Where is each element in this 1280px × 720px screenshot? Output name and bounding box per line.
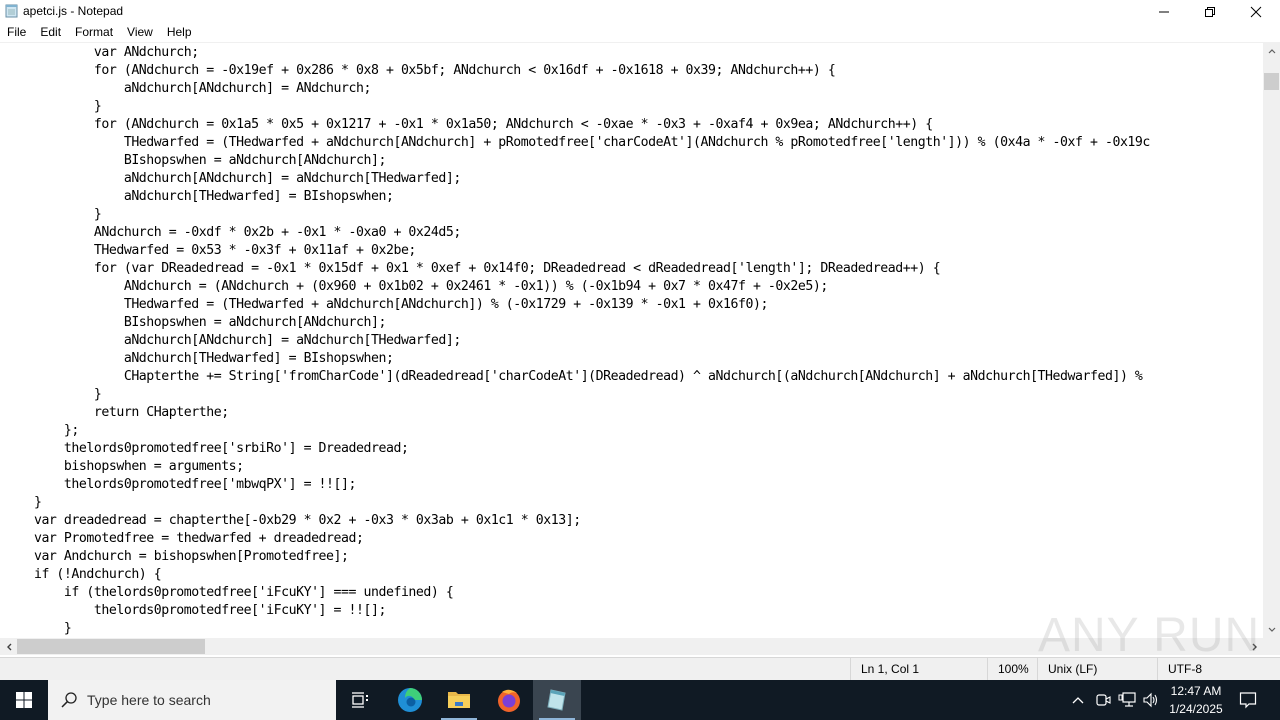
search-placeholder: Type here to search xyxy=(87,692,211,708)
clock-time: 12:47 AM xyxy=(1164,682,1228,700)
chevron-left-icon xyxy=(6,643,12,651)
vertical-scroll-thumb[interactable] xyxy=(1264,73,1279,90)
notepad-taskbar-button[interactable] xyxy=(533,680,581,720)
taskbar-clock[interactable]: 12:47 AM 1/24/2025 xyxy=(1164,682,1228,718)
code-line: BIshopswhen = aNdchurch[ANdchurch]; xyxy=(4,314,1150,332)
code-line: CHapterthe += String['fromCharCode'](dRe… xyxy=(4,368,1150,386)
action-center-button[interactable] xyxy=(1230,680,1266,720)
tray-meet-now[interactable] xyxy=(1093,680,1113,720)
code-line: THedwarfed = (THedwarfed + aNdchurch[ANd… xyxy=(4,134,1150,152)
code-line: aNdchurch[ANdchurch] = aNdchurch[THedwar… xyxy=(4,170,1150,188)
menu-file[interactable]: File xyxy=(0,23,33,42)
code-line: } xyxy=(4,620,1150,638)
code-line: THedwarfed = 0x53 * -0x3f + 0x11af + 0x2… xyxy=(4,242,1150,260)
taskbar: Type here to search xyxy=(0,680,1280,720)
close-icon xyxy=(1250,6,1262,18)
code-line: ANdchurch = -0xdf * 0x2b + -0x1 * -0xa0 … xyxy=(4,224,1150,242)
code-line: for (ANdchurch = 0x1a5 * 0x5 + 0x1217 + … xyxy=(4,116,1150,134)
code-line: return CHapterthe; xyxy=(4,404,1150,422)
minimize-icon xyxy=(1158,6,1170,18)
vertical-scrollbar[interactable] xyxy=(1263,42,1280,638)
close-button[interactable] xyxy=(1233,0,1279,23)
code-line: for (var DReadedread = -0x1 * 0x15df + 0… xyxy=(4,260,1150,278)
network-icon xyxy=(1118,692,1136,708)
cursor-position: Ln 1, Col 1 xyxy=(850,658,984,681)
code-line: ANdchurch = (ANdchurch + (0x960 + 0x1b02… xyxy=(4,278,1150,296)
menu-format[interactable]: Format xyxy=(68,23,120,42)
edge-button[interactable] xyxy=(386,680,434,720)
notepad-icon xyxy=(545,688,569,712)
code-content[interactable]: var ANdchurch; for (ANdchurch = -0x19ef … xyxy=(4,44,1150,638)
restore-icon xyxy=(1204,6,1216,18)
edge-icon xyxy=(397,687,423,713)
code-line: } xyxy=(4,206,1150,224)
code-line: aNdchurch[ANdchurch] = ANdchurch; xyxy=(4,80,1150,98)
firefox-button[interactable] xyxy=(485,680,533,720)
menu-view[interactable]: View xyxy=(120,23,160,42)
encoding: UTF-8 xyxy=(1157,658,1280,681)
code-line: THedwarfed = (THedwarfed + aNdchurch[ANd… xyxy=(4,296,1150,314)
title-bar: apetci.js - Notepad xyxy=(0,0,1280,23)
clock-date: 1/24/2025 xyxy=(1164,700,1228,718)
horizontal-scrollbar[interactable] xyxy=(0,638,1263,655)
window-title: apetci.js - Notepad xyxy=(23,4,123,18)
code-line: var dreadedread = chapterthe[-0xb29 * 0x… xyxy=(4,512,1150,530)
show-hidden-icons-button[interactable] xyxy=(1068,680,1088,720)
status-bar: Ln 1, Col 1 100% Unix (LF) UTF-8 xyxy=(0,657,1280,680)
scrollbar-corner xyxy=(1263,638,1280,655)
file-explorer-button[interactable] xyxy=(435,680,483,720)
search-icon xyxy=(60,691,78,709)
webcam-icon xyxy=(1095,693,1111,707)
code-line: var Promotedfree = thedwarfed + dreadedr… xyxy=(4,530,1150,548)
scroll-up-button[interactable] xyxy=(1263,42,1280,59)
menu-help[interactable]: Help xyxy=(160,23,199,42)
start-button[interactable] xyxy=(0,680,48,720)
code-line: var ANdchurch; xyxy=(4,44,1150,62)
chevron-right-icon xyxy=(1252,643,1258,651)
chevron-down-icon xyxy=(1268,627,1276,633)
code-line: bishopswhen = arguments; xyxy=(4,458,1150,476)
tray-network[interactable] xyxy=(1116,680,1138,720)
code-line: }; xyxy=(4,422,1150,440)
code-line: aNdchurch[ANdchurch] = aNdchurch[THedwar… xyxy=(4,332,1150,350)
chevron-up-icon xyxy=(1072,696,1084,704)
code-line: } xyxy=(4,494,1150,512)
taskbar-search[interactable]: Type here to search xyxy=(48,680,336,720)
code-line: thelords0promotedfree['srbiRo'] = Dreade… xyxy=(4,440,1150,458)
code-line: for (ANdchurch = -0x19ef + 0x286 * 0x8 +… xyxy=(4,62,1150,80)
text-editor[interactable]: var ANdchurch; for (ANdchurch = -0x19ef … xyxy=(0,42,1263,638)
menu-bar: File Edit Format View Help xyxy=(0,23,1280,42)
notification-icon xyxy=(1239,691,1257,709)
code-line: if (thelords0promotedfree['iFcuKY'] === … xyxy=(4,584,1150,602)
notepad-app-icon xyxy=(5,4,19,18)
volume-icon xyxy=(1142,692,1160,708)
folder-icon xyxy=(447,689,471,711)
scroll-right-button[interactable] xyxy=(1246,638,1263,655)
code-line: thelords0promotedfree['mbwqPX'] = !![]; xyxy=(4,476,1150,494)
horizontal-scroll-thumb[interactable] xyxy=(17,639,205,654)
menu-edit[interactable]: Edit xyxy=(33,23,68,42)
restore-button[interactable] xyxy=(1187,0,1233,23)
code-line: } xyxy=(4,98,1150,116)
code-line: aNdchurch[THedwarfed] = BIshopswhen; xyxy=(4,350,1150,368)
scroll-down-button[interactable] xyxy=(1263,621,1280,638)
code-line: thelords0promotedfree['iFcuKY'] = !![]; xyxy=(4,602,1150,620)
firefox-icon xyxy=(496,687,522,713)
zoom-level: 100% xyxy=(987,658,1037,681)
task-view-button[interactable] xyxy=(336,680,384,720)
chevron-up-icon xyxy=(1268,48,1276,54)
code-line: } xyxy=(4,386,1150,404)
windows-logo-icon xyxy=(16,692,32,708)
code-line: if (!Andchurch) { xyxy=(4,566,1150,584)
code-line: aNdchurch[THedwarfed] = BIshopswhen; xyxy=(4,188,1150,206)
scroll-left-button[interactable] xyxy=(0,638,17,655)
code-line: var Andchurch = bishopswhen[Promotedfree… xyxy=(4,548,1150,566)
tray-volume[interactable] xyxy=(1141,680,1161,720)
minimize-button[interactable] xyxy=(1141,0,1187,23)
code-line: BIshopswhen = aNdchurch[ANdchurch]; xyxy=(4,152,1150,170)
task-view-icon xyxy=(350,691,370,709)
line-ending: Unix (LF) xyxy=(1037,658,1157,681)
